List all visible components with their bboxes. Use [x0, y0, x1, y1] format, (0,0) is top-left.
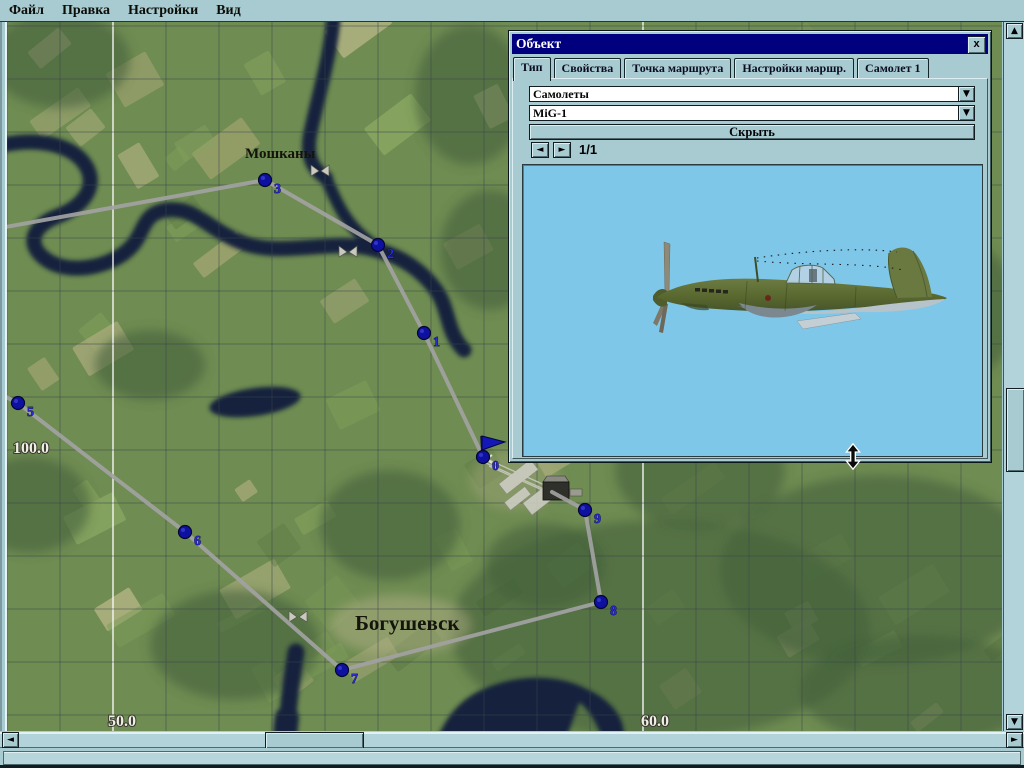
dialog-title-bar[interactable]: Объект x [512, 34, 988, 54]
waypoint-dot[interactable] [257, 172, 273, 188]
scroll-right-icon[interactable]: ► [1006, 732, 1023, 748]
map-left-border [0, 22, 7, 731]
menu-item-view[interactable]: Вид [207, 3, 250, 19]
object-dialog: Объект x Тип Свойства Точка маршрута Настро… [508, 30, 992, 463]
waypoint-dot[interactable] [475, 449, 491, 465]
close-icon[interactable]: x [967, 36, 986, 54]
mission-editor-window: Файл Правка Настройки Вид 0 1 2 3 5 6 7 … [0, 0, 1024, 768]
vertical-scrollbar[interactable]: ▲ ▼ [1003, 22, 1024, 731]
chevron-down-icon[interactable]: ▼ [958, 105, 975, 121]
next-page-button[interactable]: ► [553, 142, 571, 158]
page-indicator: 1/1 [579, 142, 598, 157]
scroll-left-icon[interactable]: ◄ [2, 732, 19, 748]
tab-route-settings[interactable]: Настройки маршр. [734, 58, 855, 79]
hide-button[interactable]: Скрыть [529, 124, 975, 140]
tab-aircraft-1[interactable]: Самолет 1 [857, 58, 929, 79]
horizontal-scroll-thumb[interactable] [265, 732, 364, 749]
menu-item-file[interactable]: Файл [0, 3, 53, 19]
aircraft-render [653, 241, 947, 333]
prev-page-button[interactable]: ◄ [531, 142, 549, 158]
waypoint-number: 6 [194, 534, 201, 549]
object-category-combobox[interactable]: Самолеты ▼ [529, 86, 975, 102]
waypoint-number: 3 [274, 182, 281, 197]
waypoint-dot[interactable] [177, 524, 193, 540]
waypoint-number: 7 [351, 672, 358, 687]
aircraft-preview [522, 164, 983, 457]
horizontal-scrollbar[interactable]: ◄ ► [0, 732, 1024, 749]
town-label: Богушевск [355, 611, 460, 635]
object-model-combobox[interactable]: MiG-1 ▼ [529, 105, 975, 121]
waypoint-number: 9 [594, 512, 601, 527]
grid-coordinate-label: 100.0 [13, 440, 49, 457]
propeller-blade [663, 241, 671, 294]
town-label: Мошканы [245, 146, 316, 162]
tab-waypoint[interactable]: Точка маршрута [624, 58, 732, 79]
tab-type[interactable]: Тип [513, 57, 551, 81]
waypoint-dot[interactable] [416, 325, 432, 341]
waypoint-number: 0 [492, 459, 499, 474]
dialog-tabs: Тип Свойства Точка маршрута Настройки маршр… [513, 57, 988, 81]
wing [796, 312, 862, 330]
waypoint-dot[interactable] [593, 594, 609, 610]
menu-item-settings[interactable]: Настройки [119, 3, 207, 19]
waypoint-number: 1 [433, 335, 440, 350]
status-bar [0, 748, 1024, 765]
object-model-value[interactable]: MiG-1 [529, 105, 958, 121]
menu-item-edit[interactable]: Правка [53, 3, 119, 19]
grid-coordinate-label: 60.0 [641, 713, 669, 730]
waypoint-number: 8 [610, 604, 617, 619]
status-panel [3, 751, 1021, 765]
waypoint-dot[interactable] [370, 237, 386, 253]
tail-fin [888, 247, 932, 298]
chevron-down-icon[interactable]: ▼ [958, 86, 975, 102]
menu-bar: Файл Правка Настройки Вид [0, 0, 1024, 22]
dialog-title: Объект [516, 36, 562, 51]
waypoint-number: 2 [387, 247, 394, 262]
object-category-value[interactable]: Самолеты [529, 86, 958, 102]
grid-coordinate-label: 50.0 [108, 713, 136, 730]
scroll-down-icon[interactable]: ▼ [1006, 714, 1023, 730]
waypoint-number: 5 [27, 405, 34, 420]
waypoint-dot[interactable] [334, 662, 350, 678]
resize-cursor-icon [845, 443, 861, 470]
waypoint-dot[interactable] [577, 502, 593, 518]
waypoint-dot[interactable] [10, 395, 26, 411]
tab-properties[interactable]: Свойства [553, 58, 622, 79]
vertical-scroll-thumb[interactable] [1006, 388, 1024, 472]
scroll-up-icon[interactable]: ▲ [1006, 23, 1023, 39]
antenna-wire [756, 249, 898, 259]
